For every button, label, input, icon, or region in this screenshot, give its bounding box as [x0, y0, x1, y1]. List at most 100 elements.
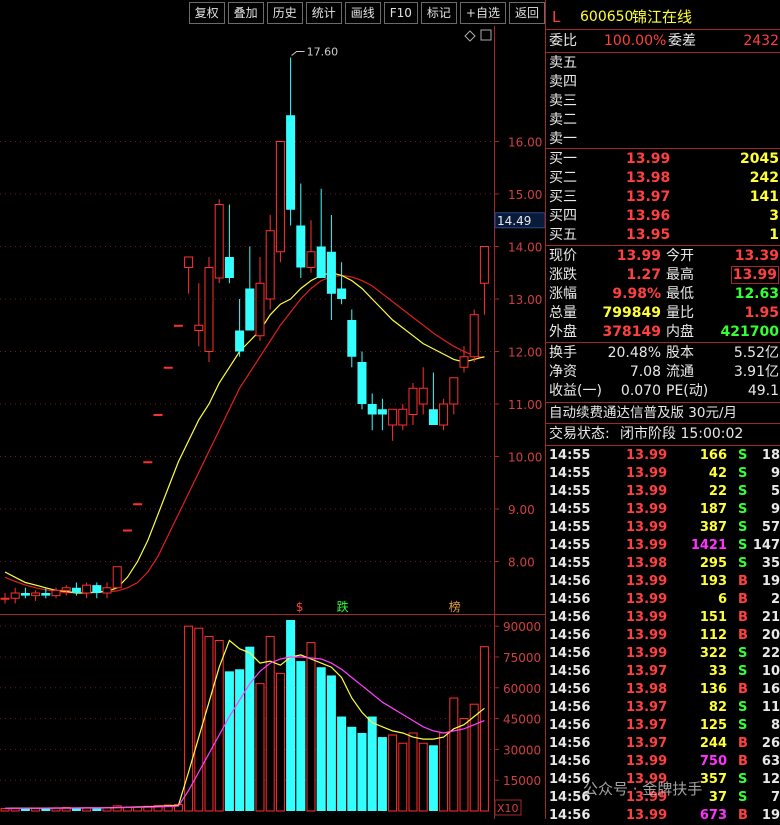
trade-count: 7: [770, 790, 780, 805]
trade-time: 14:56: [549, 628, 591, 643]
toolbar-button-8[interactable]: 返回: [508, 2, 545, 24]
trade-time: 14:55: [549, 466, 591, 481]
diamond-icon[interactable]: [464, 30, 476, 42]
trade-time: 14:56: [549, 682, 591, 697]
trade-price: 13.99: [626, 592, 668, 607]
bid-volume: 1: [769, 227, 779, 243]
volume-bar: [245, 646, 255, 811]
trade-side: B: [738, 628, 748, 643]
candlestick: [439, 398, 449, 431]
quote-panel: L 600650 锦江在线 委比 100.00% 委差 2432 卖五 卖四 卖三卖…: [545, 0, 780, 823]
trade-side: B: [738, 682, 748, 697]
volume-tick-label: 60000: [503, 682, 541, 696]
candle-body: [61, 587, 71, 591]
trade-volume: 322: [699, 646, 727, 661]
candlestick: [204, 257, 214, 362]
volume-chart[interactable]: 90000 75000 60000 45000 30000 15000 X10: [0, 614, 545, 819]
event-marker[interactable]: $: [296, 600, 304, 614]
chart-toolbar: 复权 叠加 历史 统计 画线 F10 标记 +自选 返回: [0, 0, 545, 26]
trade-volume: 136: [699, 682, 727, 697]
event-marker[interactable]: 榜: [449, 599, 461, 614]
trade-volume: 37: [708, 790, 727, 805]
candlestick: [82, 582, 92, 599]
trade-side: S: [738, 520, 748, 535]
trade-row: 14:56 13.99 6 B 2: [546, 591, 780, 609]
stock-code: 600650: [580, 9, 634, 25]
trade-price: 13.99: [626, 466, 668, 481]
toolbar-button-2[interactable]: 历史: [266, 2, 303, 24]
volume-bar: [204, 635, 214, 812]
toolbar-button-0[interactable]: 复权: [188, 2, 225, 24]
event-marker[interactable]: 跌: [337, 599, 349, 614]
candle-body: [449, 377, 459, 405]
window-icon[interactable]: [480, 29, 492, 41]
candlestick: [153, 414, 163, 416]
toolbar-button-4[interactable]: 画线: [344, 2, 381, 24]
price-tick-label: 9.00: [508, 503, 535, 517]
fundamental-value: 20.48%: [607, 345, 661, 361]
trade-time: 14:56: [549, 610, 591, 625]
candlestick: [112, 566, 122, 589]
quote-value: 1.27: [626, 267, 661, 283]
price-tick-label: 15.00: [508, 188, 542, 202]
trade-price: 13.99: [626, 646, 668, 661]
trade-side: B: [738, 808, 748, 823]
trade-side: S: [738, 466, 748, 481]
toolbar-button-1[interactable]: 叠加: [227, 2, 264, 24]
trade-count: 63: [761, 754, 780, 769]
trade-row: 14:56 13.97 244 B 26: [546, 735, 780, 753]
candlestick: [214, 199, 224, 284]
trade-count: 35: [761, 556, 780, 571]
trade-status-label: 交易状态:: [549, 426, 610, 442]
trade-price: 13.99: [626, 574, 668, 589]
quote-label: 现价: [549, 248, 577, 264]
trade-row: 14:55 13.99 166 S 18: [546, 447, 780, 465]
trade-side: B: [738, 610, 748, 625]
fundamental-label: 换手: [549, 345, 577, 361]
candlestick: [184, 256, 194, 294]
stock-flag: L: [552, 8, 561, 26]
toolbar-button-7[interactable]: +自选: [459, 2, 506, 24]
trade-side: S: [738, 502, 748, 517]
trade-volume: 673: [699, 808, 727, 823]
ask-row: 卖一: [546, 130, 780, 149]
ad-banner[interactable]: 自动续费通达信普及版 30元/月: [546, 404, 780, 423]
volume-bar: [377, 737, 387, 811]
trade-volume: 166: [699, 448, 727, 463]
fundamental-value-2: 49.1: [747, 383, 779, 399]
trade-count: 8: [770, 718, 780, 733]
candle-body: [398, 408, 408, 426]
volume-bar: [306, 642, 316, 812]
volume-tick-label: 30000: [503, 743, 541, 757]
price-tick-label: 10.00: [508, 451, 542, 465]
bid-label: 买一: [549, 151, 577, 167]
price-tick-label: 13.00: [508, 293, 542, 307]
trade-count: 16: [761, 682, 780, 697]
trade-volume: 357: [699, 772, 727, 787]
trade-time: 14:55: [549, 448, 591, 463]
trade-side: B: [738, 592, 748, 607]
volume-bar: [296, 661, 306, 811]
bid-row: 买五 13.95 1: [546, 226, 780, 245]
price-chart[interactable]: 16.00 15.00 14.00 13.00 12.00 11.00 10.00 9.00 8…: [0, 26, 545, 614]
fundamental-label: 收益(一): [549, 383, 602, 399]
trade-count: 19: [761, 574, 780, 589]
toolbar-button-6[interactable]: 标记: [420, 2, 457, 24]
toolbar-button-5[interactable]: F10: [383, 2, 418, 24]
candle-body: [245, 288, 255, 331]
volume-bar: [428, 745, 438, 811]
kline-chart-area[interactable]: 16.00 15.00 14.00 13.00 12.00 11.00 10.00 9.00 8…: [0, 26, 545, 819]
trade-count: 10: [761, 664, 780, 679]
toolbar-button-3[interactable]: 统计: [305, 2, 342, 24]
candle-body: [0, 597, 10, 600]
volume-tick-label: 90000: [503, 620, 541, 634]
quote-label: 外盘: [549, 324, 577, 340]
candle-body: [163, 366, 173, 369]
quote-row: 涨跌 1.27 最高 13.99: [546, 266, 780, 285]
trade-price: 13.99: [626, 754, 668, 769]
quote-row: 总量 799849 量比 1.95: [546, 304, 780, 323]
order-diff-value: 2432: [743, 33, 779, 49]
ad-text: 自动续费通达信普及版 30元/月: [549, 405, 738, 421]
candlestick: [377, 398, 387, 431]
candle-body: [326, 251, 336, 294]
